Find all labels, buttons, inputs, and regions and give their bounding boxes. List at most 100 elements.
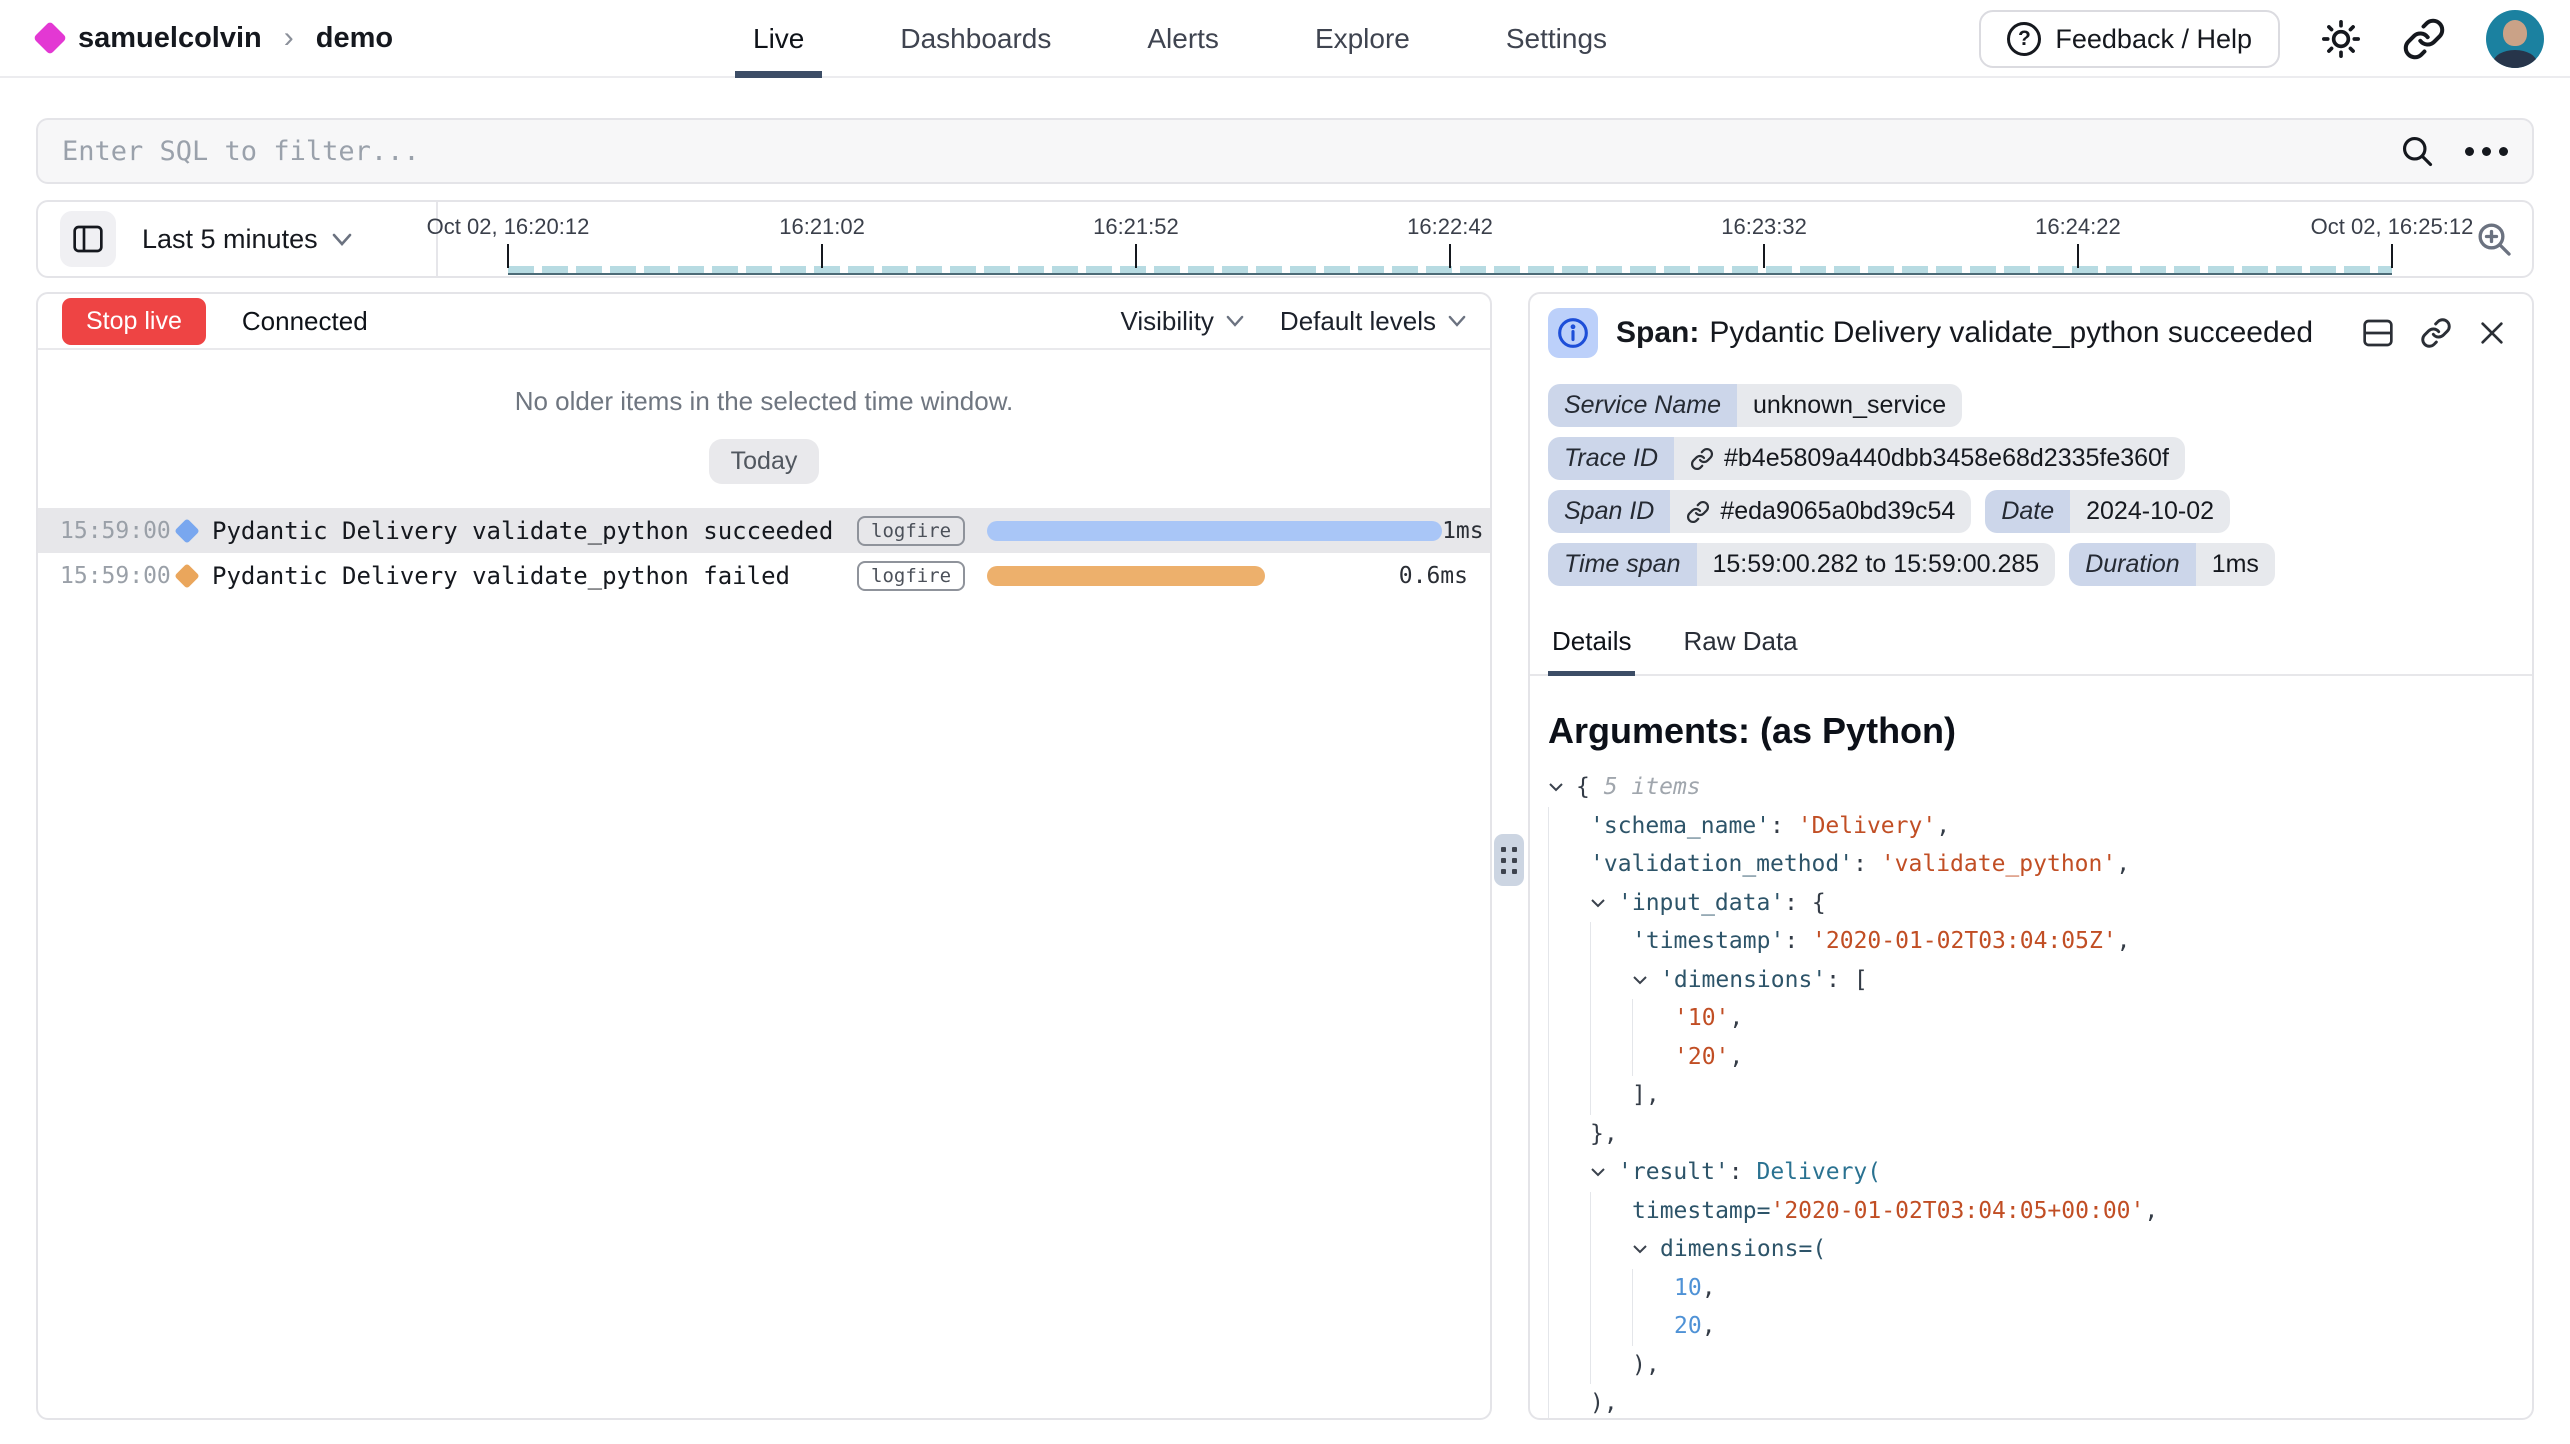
connection-status: Connected xyxy=(242,306,368,337)
badge-label: Date xyxy=(1985,490,2070,533)
default-levels-dropdown[interactable]: Default levels xyxy=(1280,306,1466,337)
tab-raw-data[interactable]: Raw Data xyxy=(1679,616,1801,674)
panel-resize-handle[interactable] xyxy=(1494,834,1524,886)
log-rows: 15:59:00 Pydantic Delivery validate_pyth… xyxy=(38,508,1490,598)
code-line: 'validation_method': 'validate_python', xyxy=(1548,845,2532,884)
timeline-tick: 16:22:42 xyxy=(1407,214,1493,240)
tab-alerts[interactable]: Alerts xyxy=(1129,0,1237,78)
collapse-chevron-icon[interactable] xyxy=(1590,1167,1618,1177)
code-line: 'result': Delivery( xyxy=(1548,1153,2532,1192)
badge-label: Duration xyxy=(2069,543,2196,586)
share-link-icon[interactable] xyxy=(2402,17,2446,61)
top-header: samuelcolvin › demo Live Dashboards Aler… xyxy=(0,0,2570,78)
code-line: dimensions=( xyxy=(1548,1230,2532,1269)
visibility-dropdown[interactable]: Visibility xyxy=(1120,306,1243,337)
code-line: { 5 items xyxy=(1548,768,2532,807)
link-icon xyxy=(1690,447,1714,471)
log-row-succeeded[interactable]: 15:59:00 Pydantic Delivery validate_pyth… xyxy=(38,508,1490,553)
copy-link-icon[interactable] xyxy=(2420,317,2452,349)
span-kind-label: Span: xyxy=(1616,316,1699,349)
code-line: 'schema_name': 'Delivery', xyxy=(1548,807,2532,846)
zoom-in-icon[interactable] xyxy=(2474,219,2514,259)
timeline-tick: 16:21:02 xyxy=(779,214,865,240)
time-range-selector[interactable]: Last 5 minutes xyxy=(142,224,352,255)
code-line: '10', xyxy=(1548,999,2532,1038)
duration-value: 1ms xyxy=(2196,543,2275,586)
help-icon: ? xyxy=(2007,22,2041,56)
stop-live-button[interactable]: Stop live xyxy=(62,298,206,345)
arguments-heading: Arguments: (as Python) xyxy=(1530,676,2532,762)
span-diamond-icon xyxy=(174,518,199,543)
badge-label: Time span xyxy=(1548,543,1697,586)
feedback-help-button[interactable]: ? Feedback / Help xyxy=(1979,10,2280,68)
badge-value: unknown_service xyxy=(1737,384,1962,427)
visibility-label: Visibility xyxy=(1120,306,1213,337)
code-line: 'dimensions': [ xyxy=(1548,961,2532,1000)
tab-dashboards[interactable]: Dashboards xyxy=(882,0,1069,78)
code-line: timestamp='2020-01-02T03:04:05+00:00', xyxy=(1548,1192,2532,1231)
tab-explore[interactable]: Explore xyxy=(1297,0,1428,78)
theme-toggle-sun-icon[interactable] xyxy=(2320,18,2362,60)
sql-filter-bar xyxy=(36,118,2534,184)
timeline-tick: 16:21:52 xyxy=(1093,214,1179,240)
tab-settings[interactable]: Settings xyxy=(1488,0,1625,78)
logfire-logo-icon[interactable] xyxy=(33,21,67,55)
code-line: '20', xyxy=(1548,1038,2532,1077)
log-row-failed[interactable]: 15:59:00 Pydantic Delivery validate_pyth… xyxy=(38,553,1490,598)
code-line: ), xyxy=(1548,1384,2532,1420)
info-icon xyxy=(1548,308,1598,358)
app: samuelcolvin › demo Live Dashboards Aler… xyxy=(0,0,2570,1444)
breadcrumb-org[interactable]: samuelcolvin xyxy=(78,22,262,55)
collapse-chevron-icon[interactable] xyxy=(1590,898,1618,908)
span-name: Pydantic Delivery validate_python succee… xyxy=(1709,316,2313,349)
badge-label: Trace ID xyxy=(1548,437,1674,480)
timeline-tick: Oct 02, 16:25:12 xyxy=(2311,214,2474,240)
more-options-icon[interactable] xyxy=(2465,147,2508,156)
user-avatar[interactable] xyxy=(2486,10,2544,68)
service-name-badge[interactable]: Service Name unknown_service xyxy=(1548,384,1962,427)
code-line: ), xyxy=(1548,1346,2532,1385)
tab-details[interactable]: Details xyxy=(1548,616,1635,676)
sidebar-toggle-icon[interactable] xyxy=(60,211,116,267)
feedback-label: Feedback / Help xyxy=(2055,24,2252,55)
search-icon[interactable] xyxy=(2399,133,2435,169)
collapse-chevron-icon[interactable] xyxy=(1632,1244,1660,1254)
code-line: 'input_data': { xyxy=(1548,884,2532,923)
today-badge[interactable]: Today xyxy=(709,439,820,484)
tab-live[interactable]: Live xyxy=(735,0,822,78)
default-levels-label: Default levels xyxy=(1280,306,1436,337)
code-line: }, xyxy=(1548,1115,2532,1154)
collapse-chevron-icon[interactable] xyxy=(1548,782,1576,792)
split-view-icon[interactable] xyxy=(2362,318,2394,348)
trace-id-value: #b4e5809a440dbb3458e68d2335fe360f xyxy=(1724,444,2169,473)
date-value: 2024-10-02 xyxy=(2070,490,2230,533)
code-line: ], xyxy=(1548,1076,2532,1115)
link-icon xyxy=(1686,500,1710,524)
arguments-python-tree: { 5 items 'schema_name': 'Delivery', 'va… xyxy=(1530,762,2532,1420)
timeline[interactable]: Oct 02, 16:20:12 16:21:02 16:21:52 16:22… xyxy=(508,202,2392,276)
code-line: 20, xyxy=(1548,1307,2532,1346)
span-id-badge[interactable]: Span ID #eda9065a0bd39c54 xyxy=(1548,490,1971,533)
sql-filter-input[interactable] xyxy=(62,136,2399,167)
badge-label: Span ID xyxy=(1548,490,1670,533)
log-timestamp: 15:59:00 xyxy=(60,518,172,544)
trace-id-badge[interactable]: Trace ID #b4e5809a440dbb3458e68d2335fe36… xyxy=(1548,437,2185,480)
duration-badge: Duration 1ms xyxy=(2069,543,2275,586)
close-icon[interactable] xyxy=(2478,319,2506,347)
log-title: Pydantic Delivery validate_python failed xyxy=(212,562,857,590)
span-id-value: #eda9065a0bd39c54 xyxy=(1720,497,1955,526)
duration-bar xyxy=(987,521,1442,541)
breadcrumb-project[interactable]: demo xyxy=(316,22,393,55)
log-title: Pydantic Delivery validate_python succee… xyxy=(212,517,857,545)
scope-tag: logfire xyxy=(857,561,965,591)
duration-value: 0.6ms xyxy=(1399,563,1468,589)
collapse-chevron-icon[interactable] xyxy=(1632,975,1660,985)
time-span-value: 15:59:00.282 to 15:59:00.285 xyxy=(1697,543,2056,586)
breadcrumb-separator-icon: › xyxy=(278,21,300,55)
breadcrumb: samuelcolvin › demo xyxy=(0,21,393,55)
log-timestamp: 15:59:00 xyxy=(60,563,172,589)
code-line: 'timestamp': '2020-01-02T03:04:05Z', xyxy=(1548,922,2532,961)
badge-label: Service Name xyxy=(1548,384,1737,427)
time-range-label: Last 5 minutes xyxy=(142,224,318,255)
header-actions: ? Feedback / Help xyxy=(1979,0,2544,78)
